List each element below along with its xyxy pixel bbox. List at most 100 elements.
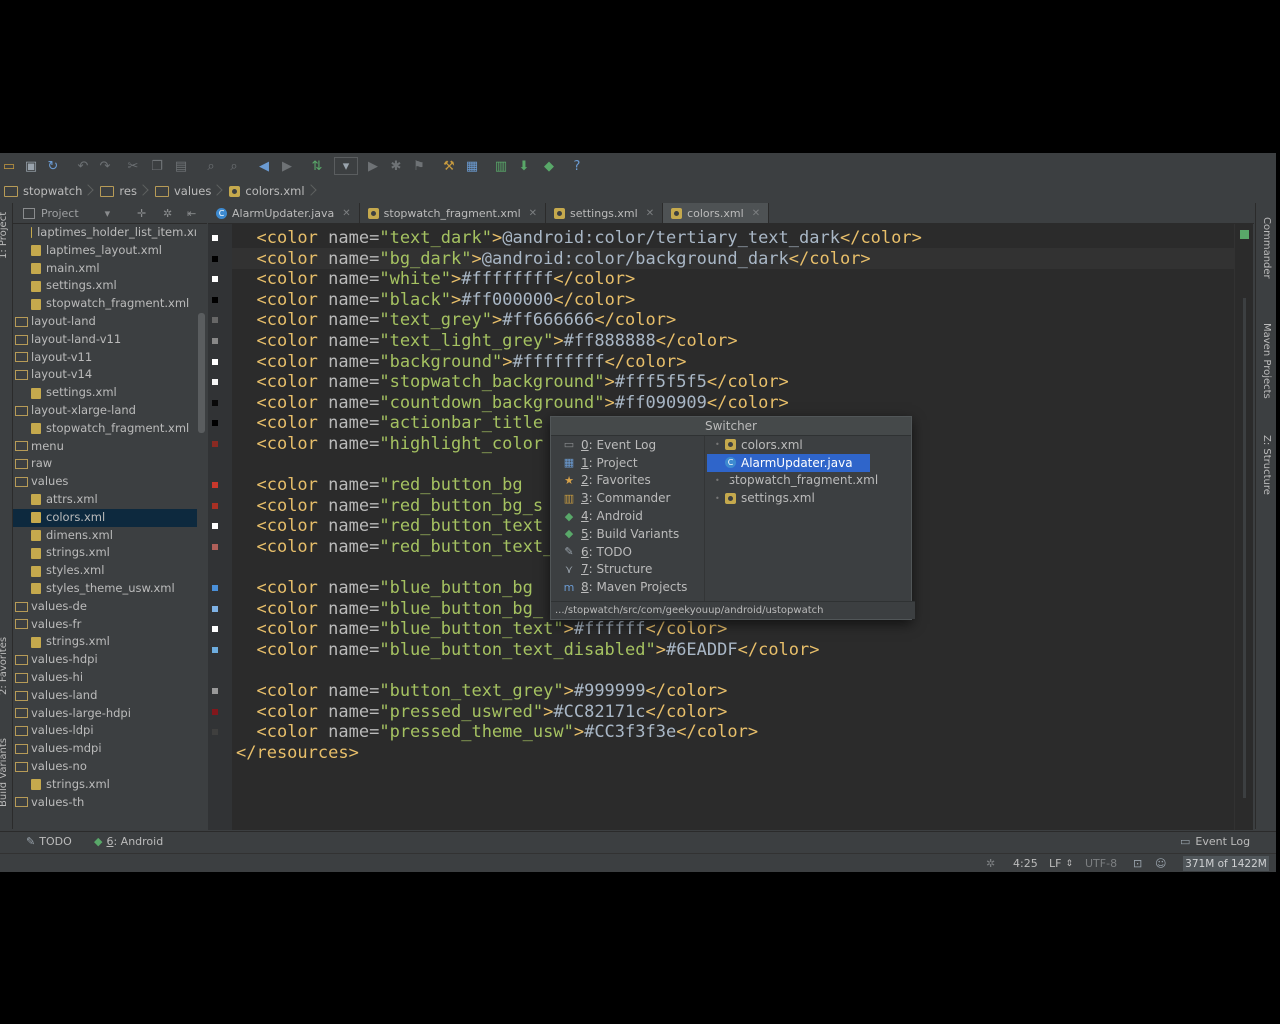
color-swatch-icon[interactable] (212, 502, 218, 509)
tree-file[interactable]: laptimes_layout.xml (13, 242, 197, 260)
tab-editor-file[interactable]: colors.xml ✕ (663, 203, 770, 223)
switcher-tool-window-item[interactable]: ⋎ 7: Structure (551, 561, 704, 579)
color-swatch-icon[interactable] (212, 605, 218, 612)
project-view-selector[interactable]: Project (41, 207, 79, 220)
sync-icon[interactable]: ↻ (44, 157, 62, 175)
inspection-status-icon[interactable] (1240, 230, 1249, 239)
color-swatch-icon[interactable] (212, 647, 218, 653)
tab-editor-file[interactable]: C AlarmUpdater.java ✕ (208, 203, 360, 223)
switcher-tool-window-item[interactable]: m8: Maven Projects (551, 578, 704, 596)
memory-indicator[interactable]: 371M of 1422M (1183, 856, 1269, 871)
replace-icon[interactable]: ⌕ (225, 157, 243, 175)
tree-file[interactable]: strings.xml (13, 776, 197, 794)
commander-tool-button[interactable]: Commander (1261, 217, 1272, 279)
android-tool-button[interactable]: ◆ 6: Android (94, 835, 163, 848)
switcher-tool-window-item[interactable]: ◆ 5: Build Variants (551, 525, 704, 543)
project-tool-button[interactable]: 1: Project (0, 212, 9, 259)
tab-editor-file[interactable]: stopwatch_fragment.xml ✕ (360, 203, 547, 223)
editor-scrollbar[interactable] (1234, 224, 1253, 830)
color-swatch-icon[interactable] (212, 708, 218, 715)
switcher-tool-window-item[interactable]: ▦ 1: Project (551, 454, 704, 472)
color-swatch-icon[interactable] (212, 235, 218, 241)
back-icon[interactable]: ◀ (255, 157, 273, 175)
color-swatch-icon[interactable] (212, 296, 218, 303)
background-tasks-icon[interactable]: ✲ (986, 857, 995, 870)
close-icon[interactable]: ✕ (646, 208, 654, 219)
encoding-selector[interactable]: UTF-8 (1085, 857, 1117, 870)
color-swatch-icon[interactable] (212, 420, 218, 427)
color-swatch-icon[interactable] (212, 544, 218, 550)
tree-folder[interactable]: values-de (13, 598, 197, 616)
color-swatch-icon[interactable] (212, 585, 218, 592)
tree-file[interactable]: main.xml (13, 260, 197, 278)
switcher-tool-window-item[interactable]: ▭ 0: Event Log (551, 436, 704, 454)
paste-icon[interactable]: ▤ (172, 157, 190, 175)
open-folder-icon[interactable]: ▭ (0, 157, 18, 175)
switcher-file-item[interactable]: • stopwatch_fragment.xml (707, 472, 878, 490)
tree-folder[interactable]: values-land (13, 687, 197, 705)
color-swatch-icon[interactable] (212, 379, 218, 386)
settings-icon[interactable]: ⚒ (440, 157, 458, 175)
color-swatch-icon[interactable] (212, 255, 218, 262)
project-scrollbar[interactable] (198, 313, 205, 433)
project-structure-icon[interactable]: ▦ (463, 157, 481, 175)
build-variants-tool-button[interactable]: Build Variants (0, 738, 9, 807)
maven-projects-tool-button[interactable]: Maven Projects (1261, 323, 1272, 399)
hide-panel-icon[interactable]: ⇤ (187, 207, 196, 220)
tree-folder[interactable]: layout-v11 (13, 349, 197, 367)
color-swatch-icon[interactable] (212, 276, 218, 283)
tree-folder[interactable]: values-fr (13, 616, 197, 634)
save-icon[interactable]: ▣ (22, 157, 40, 175)
line-separator-selector[interactable]: LF ⇕ (1049, 857, 1073, 870)
tree-folder[interactable]: values-large-hdpi (13, 705, 197, 723)
color-swatch-icon[interactable] (212, 482, 218, 489)
breadcrumb-item-values[interactable]: values (151, 181, 225, 201)
switcher-tool-window-item[interactable]: ✎ 6: TODO (551, 543, 704, 561)
favorites-tool-button[interactable]: 2: Favorites (0, 637, 9, 695)
undo-icon[interactable]: ↶ (74, 157, 92, 175)
tree-file[interactable]: settings.xml (13, 384, 197, 402)
tree-folder[interactable]: menu (13, 438, 197, 456)
tree-folder[interactable]: layout-xlarge-land (13, 402, 197, 420)
sdk-manager-icon[interactable]: ⬇ (515, 157, 533, 175)
help-icon[interactable]: ? (568, 157, 586, 175)
make-project-icon[interactable]: ⇅ (308, 157, 326, 175)
color-swatch-icon[interactable] (212, 338, 218, 344)
switcher-tool-window-item[interactable]: ▥ 3: Commander (551, 489, 704, 507)
tree-folder[interactable]: values-hdpi (13, 651, 197, 669)
tree-file[interactable]: styles_theme_usw.xml (13, 580, 197, 598)
tree-file[interactable]: laptimes_holder_list_item.xı (13, 224, 197, 242)
tree-folder[interactable]: values-no (13, 758, 197, 776)
tree-folder[interactable]: values-th (13, 794, 197, 812)
color-swatch-icon[interactable] (212, 399, 218, 406)
switcher-file-item[interactable]: C AlarmUpdater.java (707, 453, 870, 472)
tree-folder[interactable]: values-hi (13, 669, 197, 687)
tree-file[interactable]: settings.xml (13, 277, 197, 295)
color-swatch-icon[interactable] (212, 688, 218, 695)
tree-file[interactable]: stopwatch_fragment.xml (13, 295, 197, 313)
todo-tool-button[interactable]: ✎ TODO (26, 835, 72, 848)
breadcrumb-item-file[interactable]: colors.xml (225, 181, 318, 201)
gear-icon[interactable]: ✲ (163, 207, 172, 220)
breadcrumb-item-res[interactable]: res (96, 181, 151, 201)
switcher-tool-window-item[interactable]: ◆ 4: Android (551, 507, 704, 525)
color-swatch-icon[interactable] (212, 729, 218, 736)
lock-icon[interactable]: ⊡ (1133, 857, 1142, 870)
attach-debugger-icon[interactable]: ⚑ (410, 157, 428, 175)
tab-editor-file[interactable]: settings.xml ✕ (546, 203, 664, 223)
color-swatch-icon[interactable] (212, 441, 218, 447)
avd-manager-icon[interactable]: ▥ (492, 157, 510, 175)
copy-icon[interactable]: ❐ (148, 157, 166, 175)
inspector-icon[interactable]: ☺ (1155, 857, 1166, 870)
tree-file[interactable]: dimens.xml (13, 527, 197, 545)
cut-icon[interactable]: ✂ (124, 157, 142, 175)
color-swatch-icon[interactable] (212, 626, 218, 633)
tree-folder[interactable]: raw (13, 455, 197, 473)
event-log-tool-button[interactable]: ▭ Event Log (1180, 835, 1250, 848)
tree-folder[interactable]: values-ldpi (13, 722, 197, 740)
switcher-tool-window-item[interactable]: ★ 2: Favorites (551, 472, 704, 490)
tree-folder[interactable]: layout-v14 (13, 366, 197, 384)
forward-icon[interactable]: ▶ (278, 157, 296, 175)
tree-file[interactable]: strings.xml (13, 544, 197, 562)
tree-file[interactable]: styles.xml (13, 562, 197, 580)
